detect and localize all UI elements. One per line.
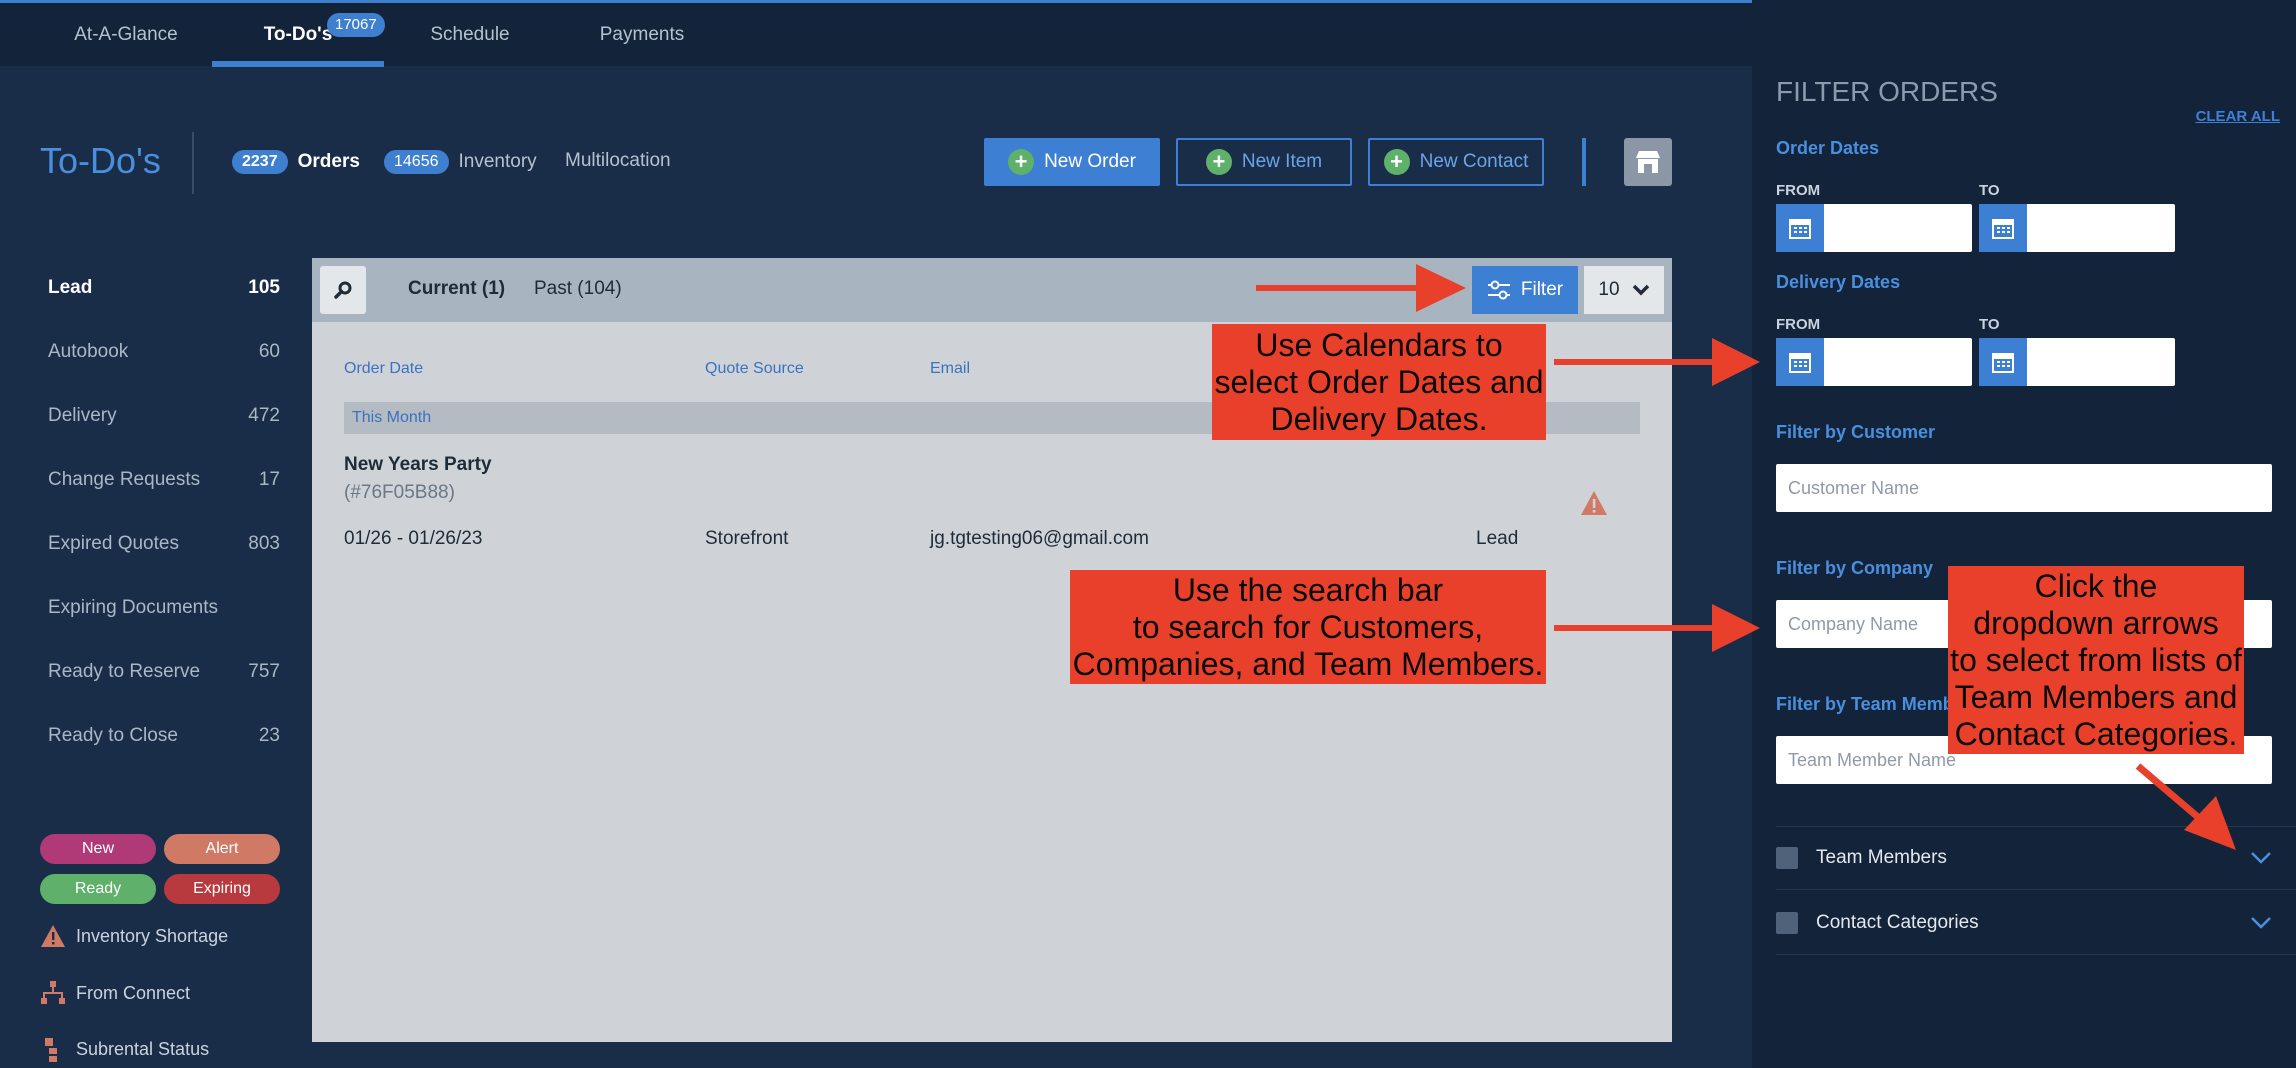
annotation-arrows <box>1256 264 2236 850</box>
arrow-to-filter <box>1256 264 1466 312</box>
arrow-to-dropdown <box>2135 763 2236 850</box>
arrow-to-delivery-dates <box>1554 338 1760 386</box>
arrow-to-company-input <box>1554 604 1760 652</box>
